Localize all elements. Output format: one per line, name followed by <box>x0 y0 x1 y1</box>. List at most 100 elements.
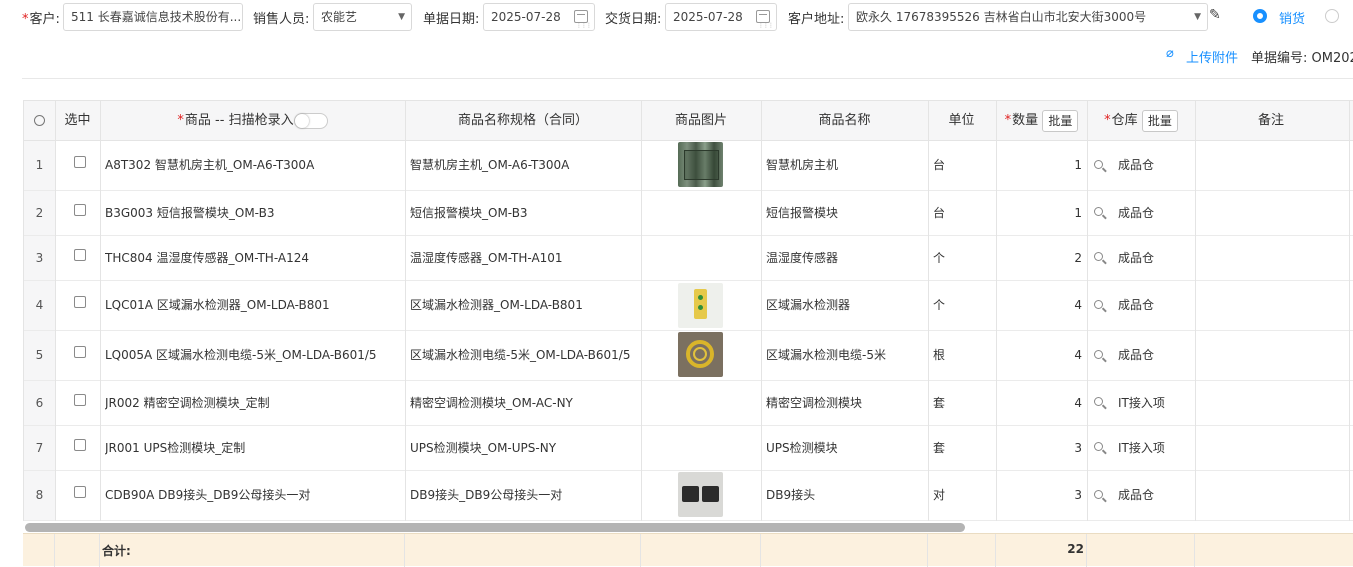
row-checkbox[interactable] <box>74 156 86 168</box>
radio-sales-label: 销货 <box>1279 12 1306 27</box>
row-checkbox[interactable] <box>74 249 86 261</box>
row-checkbox[interactable] <box>74 204 86 216</box>
search-icon[interactable] <box>1094 442 1103 451</box>
qty-cell[interactable]: 4 <box>996 281 1082 330</box>
row-checkbox[interactable] <box>74 439 86 451</box>
product-cell[interactable]: CDB90A DB9接头_DB9公母接头一对 <box>105 471 401 520</box>
name-cell: 区域漏水检测电缆-5米 <box>766 348 886 362</box>
search-icon[interactable] <box>1094 207 1103 216</box>
horizontal-scrollbar-thumb[interactable] <box>25 523 965 532</box>
product-image-4[interactable] <box>678 283 723 328</box>
unit-cell: 对 <box>933 488 946 502</box>
header-spec: 商品名称规格（合同） <box>457 113 588 128</box>
warehouse-cell[interactable]: IT接入项 <box>1118 381 1192 425</box>
table-row[interactable]: 3 THC804 温湿度传感器_OM-TH-A124 温湿度传感器_OM-TH-A1… <box>24 236 1353 281</box>
warehouse-cell[interactable]: 成品仓 <box>1118 471 1192 520</box>
column-settings-icon[interactable] <box>24 101 55 142</box>
remark-cell[interactable] <box>1200 471 1345 520</box>
qty-batch-button[interactable]: 批量 <box>1042 109 1079 132</box>
remark-cell[interactable] <box>1200 331 1345 380</box>
table-footer: 合计: 22 <box>23 533 1353 567</box>
table-row[interactable]: 2 B3G003 短信报警模块_OM-B3 短信报警模块_OM-B3 短信报警模块 台 1… <box>24 191 1353 236</box>
header-qty: *数量 批量 <box>996 101 1087 142</box>
table-row[interactable]: 7 JR001 UPS检测模块_定制 UPS检测模块_OM-UPS-NY UPS检测模… <box>24 426 1353 471</box>
remark-cell[interactable] <box>1200 236 1345 280</box>
doc-date-input[interactable]: 2025-07-28 <box>483 3 595 31</box>
edit-icon[interactable]: ✎ <box>1209 7 1221 23</box>
address-label: 客户地址: <box>788 12 845 27</box>
upload-attachment-link[interactable]: 上传附件 <box>1186 47 1238 66</box>
customer-select[interactable]: 511 长春嘉诚信息技术股份有... <box>63 3 243 31</box>
qty-cell[interactable]: 3 <box>996 426 1082 470</box>
row-index: 2 <box>24 191 55 235</box>
row-checkbox[interactable] <box>74 296 86 308</box>
table-row[interactable]: 6 JR002 精密空调检测模块_定制 精密空调检测模块_OM-AC-NY 精密空调检… <box>24 381 1353 426</box>
warehouse-batch-button[interactable]: 批量 <box>1141 109 1178 132</box>
remark-cell[interactable] <box>1200 141 1345 190</box>
spec-cell[interactable]: UPS检测模块_OM-UPS-NY <box>410 426 638 470</box>
header-warehouse: *仓库 批量 <box>1087 101 1195 142</box>
qty-cell[interactable]: 1 <box>996 141 1082 190</box>
qty-cell[interactable]: 3 <box>996 471 1082 520</box>
scan-toggle[interactable] <box>293 112 328 129</box>
qty-cell[interactable]: 4 <box>996 381 1082 425</box>
remark-cell[interactable] <box>1200 281 1345 330</box>
unit-cell: 台 <box>933 206 946 220</box>
radio-sales[interactable] <box>1253 9 1267 23</box>
spec-cell[interactable]: 短信报警模块_OM-B3 <box>410 191 638 235</box>
doc-date-label: 单据日期: <box>423 12 480 27</box>
search-icon[interactable] <box>1094 252 1103 261</box>
row-index: 7 <box>24 426 55 470</box>
row-index: 5 <box>24 331 55 380</box>
radio-other[interactable] <box>1325 9 1339 23</box>
search-icon[interactable] <box>1094 397 1103 406</box>
address-select[interactable]: 欧永久 17678395526 吉林省白山市北安大街3000号 ▼ <box>848 3 1208 31</box>
qty-cell[interactable]: 4 <box>996 331 1082 380</box>
search-icon[interactable] <box>1094 490 1103 499</box>
product-cell[interactable]: A8T302 智慧机房主机_OM-A6-T300A <box>105 141 401 190</box>
search-icon[interactable] <box>1094 350 1103 359</box>
search-icon[interactable] <box>1094 160 1103 169</box>
warehouse-cell[interactable]: 成品仓 <box>1118 141 1192 190</box>
remark-cell[interactable] <box>1200 381 1345 425</box>
sales-select[interactable]: 农能艺 ▼ <box>313 3 412 31</box>
row-checkbox[interactable] <box>74 486 86 498</box>
product-cell[interactable]: LQC01A 区域漏水检测器_OM-LDA-B801 <box>105 281 401 330</box>
spec-cell[interactable]: 精密空调检测模块_OM-AC-NY <box>410 381 638 425</box>
product-image-8[interactable] <box>678 472 723 517</box>
row-index: 4 <box>24 281 55 330</box>
search-icon[interactable] <box>1094 300 1103 309</box>
paperclip-icon[interactable]: ⌀ <box>1166 46 1174 61</box>
warehouse-cell[interactable]: 成品仓 <box>1118 281 1192 330</box>
row-checkbox[interactable] <box>74 394 86 406</box>
delivery-date-input[interactable]: 2025-07-28 <box>665 3 777 31</box>
unit-cell: 套 <box>933 396 946 410</box>
warehouse-cell[interactable]: 成品仓 <box>1118 331 1192 380</box>
warehouse-cell[interactable]: IT接入项 <box>1118 426 1192 470</box>
spec-cell[interactable]: 区域漏水检测器_OM-LDA-B801 <box>410 281 638 330</box>
total-label: 合计: <box>102 544 131 558</box>
calendar-icon[interactable] <box>574 10 591 30</box>
spec-cell[interactable]: DB9接头_DB9公母接头一对 <box>410 471 638 520</box>
product-cell[interactable]: JR002 精密空调检测模块_定制 <box>105 381 401 425</box>
chevron-down-icon: ▼ <box>398 12 405 22</box>
warehouse-cell[interactable]: 成品仓 <box>1118 191 1192 235</box>
product-cell[interactable]: THC804 温湿度传感器_OM-TH-A124 <box>105 236 401 280</box>
calendar-icon[interactable] <box>756 10 773 30</box>
qty-cell[interactable]: 1 <box>996 191 1082 235</box>
product-image-5[interactable] <box>678 332 723 377</box>
product-image-1[interactable] <box>678 142 723 187</box>
spec-cell[interactable]: 区域漏水检测电缆-5米_OM-LDA-B601/5 <box>410 331 638 380</box>
header-name: 商品名称 <box>818 113 871 128</box>
remark-cell[interactable] <box>1200 426 1345 470</box>
spec-cell[interactable]: 智慧机房主机_OM-A6-T300A <box>410 141 638 190</box>
qty-cell[interactable]: 2 <box>996 236 1082 280</box>
warehouse-cell[interactable]: 成品仓 <box>1118 236 1192 280</box>
product-cell[interactable]: LQ005A 区域漏水检测电缆-5米_OM-LDA-B601/5 <box>105 331 401 380</box>
product-cell[interactable]: B3G003 短信报警模块_OM-B3 <box>105 191 401 235</box>
name-cell: 智慧机房主机 <box>766 158 839 172</box>
row-checkbox[interactable] <box>74 346 86 358</box>
product-cell[interactable]: JR001 UPS检测模块_定制 <box>105 426 401 470</box>
spec-cell[interactable]: 温湿度传感器_OM-TH-A101 <box>410 236 638 280</box>
remark-cell[interactable] <box>1200 191 1345 235</box>
